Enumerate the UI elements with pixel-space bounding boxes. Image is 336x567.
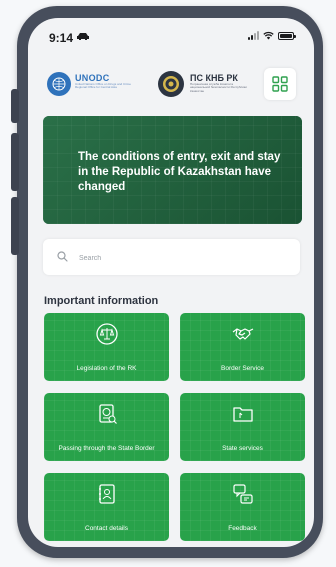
- section-title: Important information: [44, 295, 159, 307]
- passport-icon: [98, 404, 117, 424]
- tile-state-border[interactable]: Passing through the State Border: [44, 393, 169, 461]
- menu-grid-button[interactable]: [264, 68, 296, 100]
- wifi-icon: [263, 31, 274, 40]
- status-time: 9:14: [49, 31, 74, 45]
- tile-contact-details[interactable]: Contact details: [44, 473, 169, 541]
- search-bar[interactable]: [43, 239, 300, 275]
- signal-icon: [248, 31, 259, 40]
- search-input[interactable]: [77, 248, 281, 268]
- volume-up-button: [11, 133, 19, 191]
- search-icon: [57, 251, 68, 262]
- handshake-icon: [232, 328, 253, 340]
- un-emblem-icon: [47, 72, 71, 96]
- feedback-icon: [232, 484, 253, 504]
- psknb-subtitle: Пограничная служба Комитета национальной…: [190, 82, 247, 93]
- volume-down-button: [11, 197, 19, 255]
- contact-book-icon: [98, 484, 115, 504]
- car-icon: [77, 33, 89, 40]
- news-banner[interactable]: The conditions of entry, exit and stay i…: [43, 116, 302, 224]
- scales-icon: [95, 323, 118, 345]
- folder-icon: [232, 407, 253, 422]
- tile-legislation[interactable]: Legislation of the RK: [44, 313, 169, 381]
- mute-switch: [11, 89, 19, 123]
- unodc-subtitle: United Nations Office on Drugs and Crime…: [75, 82, 131, 90]
- tile-label: Feedback: [228, 525, 257, 532]
- app-screen: 9:14 UNODC United Nations Office on Drug…: [28, 18, 314, 547]
- border-service-emblem-icon: [158, 71, 184, 97]
- battery-icon: [278, 31, 296, 40]
- tile-label: Passing through the State Border: [58, 445, 155, 452]
- tile-label: Border Service: [221, 365, 264, 372]
- tile-border-service[interactable]: Border Service: [180, 313, 305, 381]
- banner-text: The conditions of entry, exit and stay i…: [78, 151, 281, 193]
- system-icons: [248, 31, 296, 40]
- app-header: UNODC United Nations Office on Drugs and…: [28, 64, 314, 108]
- tile-label: Contact details: [85, 525, 128, 532]
- phone-frame: 9:14 UNODC United Nations Office on Drug…: [11, 6, 323, 558]
- unodc-logo-text: UNODC United Nations Office on Drugs and…: [75, 73, 135, 90]
- tile-state-services[interactable]: State services: [180, 393, 305, 461]
- tile-label: Legislation of the RK: [76, 365, 137, 372]
- tile-label: State services: [222, 445, 263, 452]
- grid-icon: [272, 76, 288, 92]
- tile-feedback[interactable]: Feedback: [180, 473, 305, 541]
- status-bar: 9:14: [28, 18, 314, 54]
- psknb-logo-text: ПС КНБ РК Пограничная служба Комитета на…: [190, 73, 252, 93]
